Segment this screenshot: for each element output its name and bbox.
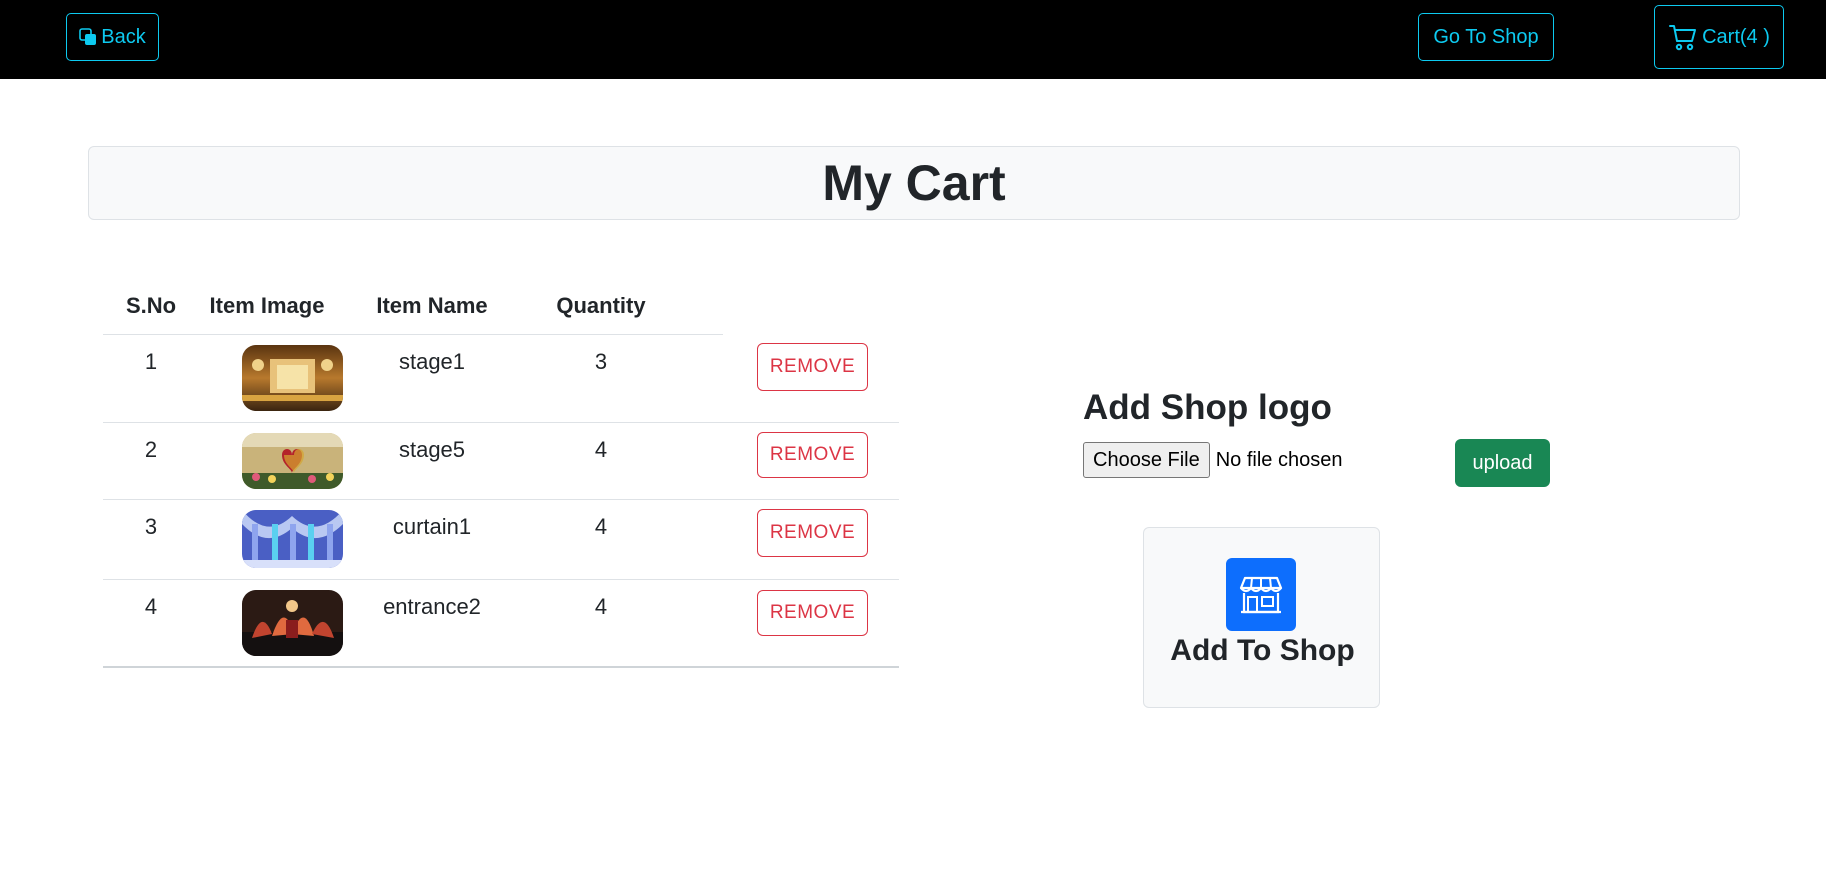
- cell-quantity: 4: [594, 594, 608, 619]
- cell-sno: 1: [144, 349, 158, 374]
- cell-sno: 4: [144, 594, 158, 619]
- item-image: [242, 510, 343, 568]
- cart-button[interactable]: Cart(4 ): [1654, 5, 1784, 69]
- file-status-text: No file chosen: [1215, 448, 1343, 471]
- table-row: 1 stage1 3 REMOVE: [103, 335, 899, 423]
- remove-button[interactable]: REMOVE: [757, 432, 868, 478]
- item-image: [242, 433, 343, 489]
- cell-item-name: entrance2: [383, 594, 481, 619]
- cell-quantity: 4: [594, 437, 608, 462]
- table-row: 2 stage5 4 REMOVE: [103, 423, 899, 500]
- upload-button[interactable]: upload: [1455, 439, 1550, 487]
- cell-quantity: 4: [594, 514, 608, 539]
- column-header-item-image: Item Image: [209, 293, 325, 318]
- top-navbar: Back Go To Shop Cart(4 ): [0, 0, 1826, 79]
- item-image: [242, 345, 343, 411]
- cell-sno: 2: [144, 437, 158, 462]
- cart-button-label: Cart(4 ): [1702, 25, 1770, 48]
- remove-button[interactable]: REMOVE: [757, 343, 868, 391]
- cell-quantity: 3: [594, 349, 608, 374]
- go-to-shop-label: Go To Shop: [1433, 25, 1539, 48]
- cell-item-name: stage1: [398, 349, 466, 374]
- shop-icon: [1226, 558, 1296, 631]
- table-row: 4 entrance2 4 REMOVE: [103, 580, 899, 668]
- add-shop-logo-heading: Add Shop logo: [1083, 388, 1332, 427]
- add-to-shop-label: Add To Shop: [1170, 634, 1355, 667]
- cell-item-name: curtain1: [392, 514, 472, 539]
- choose-file-button[interactable]: Choose File: [1083, 442, 1210, 478]
- remove-button[interactable]: REMOVE: [757, 590, 868, 636]
- table-header: S.No Item Image Item Name Quantity: [103, 285, 723, 335]
- back-button-label: Back: [101, 25, 146, 48]
- cell-item-name: stage5: [398, 437, 466, 462]
- back-button[interactable]: Back: [66, 13, 159, 61]
- back-icon: [79, 28, 97, 45]
- table-row: 3 curtain1 4 REMOVE: [103, 500, 899, 580]
- remove-button[interactable]: REMOVE: [757, 509, 868, 557]
- cart-icon: [1669, 25, 1697, 51]
- go-to-shop-button[interactable]: Go To Shop: [1418, 13, 1554, 61]
- column-header-quantity: Quantity: [556, 293, 646, 318]
- file-input[interactable]: Choose File No file chosen: [1083, 442, 1342, 478]
- page-title: My Cart: [822, 155, 1006, 211]
- cell-sno: 3: [144, 514, 158, 539]
- add-to-shop-card[interactable]: Add To Shop: [1143, 527, 1380, 708]
- page-title-banner: My Cart: [88, 146, 1740, 220]
- column-header-sno: S.No: [125, 293, 177, 318]
- item-image: [242, 590, 343, 656]
- column-header-item-name: Item Name: [376, 293, 488, 318]
